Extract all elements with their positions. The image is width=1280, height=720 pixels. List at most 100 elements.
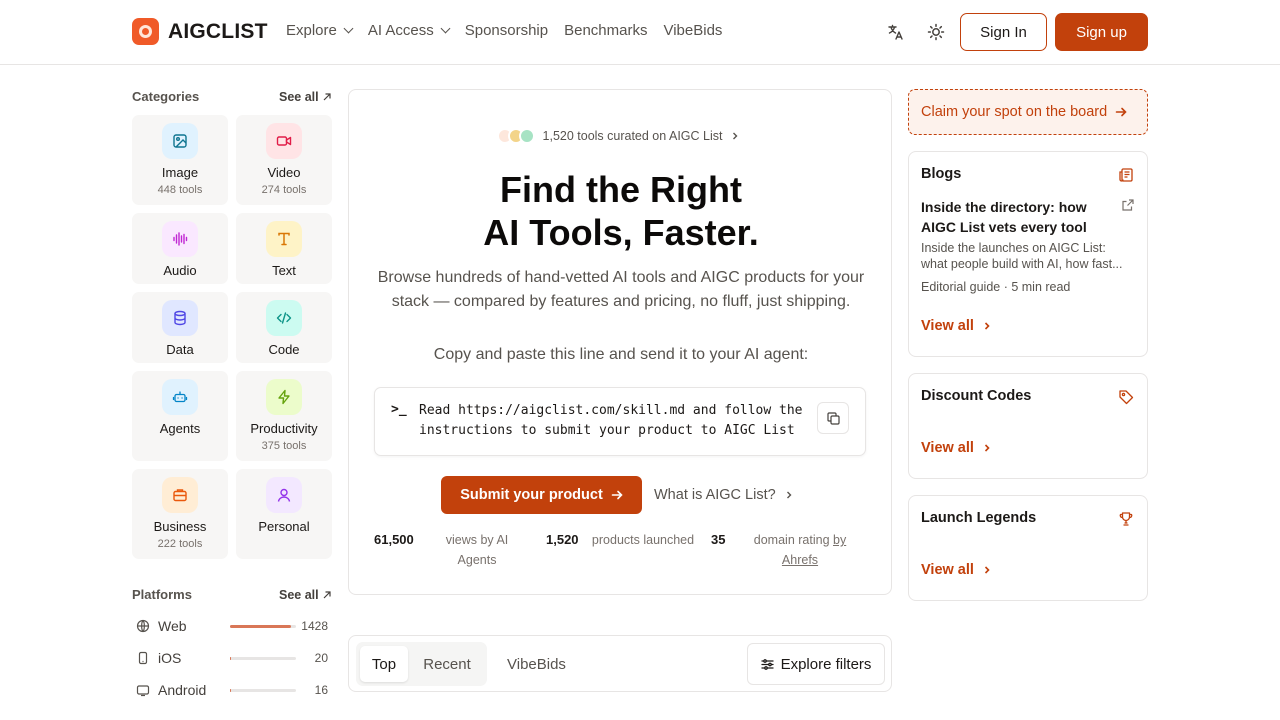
external-link-icon[interactable] — [1121, 198, 1135, 212]
hero-title: Find the Right AI Tools, Faster. — [349, 168, 893, 254]
copy-instruction: Copy and paste this line and send it to … — [433, 346, 809, 363]
claim-spot-button[interactable]: Claim your spot on the board — [908, 89, 1148, 135]
category-name: Business — [153, 519, 207, 534]
categories-title: Categories — [132, 89, 200, 104]
sign-up-button[interactable]: Sign up — [1055, 13, 1148, 51]
nav-sponsorship[interactable]: Sponsorship — [465, 22, 548, 39]
tab-recent[interactable]: Recent — [417, 646, 477, 682]
sun-icon[interactable] — [926, 22, 946, 42]
category-agents[interactable]: Agents — [132, 371, 228, 461]
blogs-title: Blogs — [921, 166, 962, 182]
blogs-view-all-link[interactable]: View all — [921, 318, 992, 334]
agent-command-box[interactable]: >_ Read https://aigclist.com/skill.md an… — [374, 387, 866, 456]
platform-bar — [230, 656, 296, 660]
platform-bar — [230, 624, 296, 628]
blog-post-meta: Editorial guide · 5 min read — [921, 280, 1071, 294]
logo-mark-icon — [132, 18, 159, 45]
platform-bar-fill — [230, 624, 291, 628]
stat-products-value: 1,520 — [546, 532, 579, 547]
platform-count: 16 — [314, 683, 328, 697]
blog-post-title[interactable]: Inside the directory: how AIGC List vets… — [921, 197, 1121, 237]
database-icon — [162, 300, 198, 336]
platforms-title: Platforms — [132, 587, 192, 602]
category-count: 274 tools — [261, 184, 307, 196]
category-video[interactable]: Video 274 tools — [236, 115, 332, 205]
chevron-right-icon — [984, 444, 990, 452]
platform-web[interactable]: Web 1428 — [136, 616, 328, 636]
platform-android[interactable]: Android 16 — [136, 680, 328, 700]
curated-text: 1,520 tools curated on AIGC List — [542, 129, 723, 143]
tab-top[interactable]: Top — [360, 646, 408, 682]
platform-name: Web — [158, 618, 187, 634]
curated-badge[interactable]: 1,520 tools curated on AIGC List — [349, 128, 893, 144]
category-name: Data — [166, 342, 194, 357]
copy-button[interactable] — [817, 402, 849, 434]
category-text[interactable]: Text — [236, 213, 332, 284]
video-icon — [266, 123, 302, 159]
nav-ai-access[interactable]: AI Access — [367, 22, 451, 39]
tab-segment: Top Recent — [356, 642, 487, 686]
sign-in-button[interactable]: Sign In — [960, 13, 1047, 51]
category-count: 448 tools — [157, 184, 203, 196]
user-icon — [266, 477, 302, 513]
categories-see-all-link[interactable]: See all — [279, 90, 332, 104]
agent-command-text[interactable]: Read https://aigclist.com/skill.md and f… — [419, 401, 819, 441]
view-all-label: View all — [921, 562, 974, 578]
nav-label: Sponsorship — [464, 22, 549, 39]
submit-product-button[interactable]: Submit your product — [441, 476, 642, 514]
explore-filters-button[interactable]: Explore filters — [747, 643, 885, 685]
copy-icon — [826, 411, 840, 425]
phone-icon — [136, 651, 150, 665]
discounts-view-all-link[interactable]: View all — [921, 440, 992, 456]
discount-codes-card: Discount Codes View all — [908, 373, 1148, 479]
chevron-right-icon — [733, 132, 738, 140]
platform-bar-fill — [230, 688, 231, 692]
arrow-right-icon — [1115, 107, 1127, 117]
platform-ios[interactable]: iOS 20 — [136, 648, 328, 668]
translate-icon[interactable] — [886, 22, 906, 42]
logo-text: AIGCLIST — [168, 19, 268, 43]
filters-label: Explore filters — [780, 655, 872, 673]
category-code[interactable]: Code — [236, 292, 332, 363]
robot-icon — [162, 379, 198, 415]
blogs-card: Blogs Inside the directory: how AIGC Lis… — [908, 151, 1148, 357]
nav-label: VibeBids — [663, 22, 723, 39]
category-personal[interactable]: Personal — [236, 469, 332, 559]
nav-benchmarks[interactable]: Benchmarks — [564, 22, 647, 39]
category-name: Audio — [163, 263, 197, 278]
platform-count: 1428 — [301, 619, 328, 633]
category-name: Personal — [258, 519, 310, 534]
nav-explore[interactable]: Explore — [286, 22, 354, 39]
category-business[interactable]: Business 222 tools — [132, 469, 228, 559]
claim-label: Claim your spot on the board — [921, 104, 1108, 120]
logo[interactable]: AIGCLIST — [132, 18, 268, 45]
category-count: 375 tools — [261, 440, 307, 452]
text-icon — [266, 221, 302, 257]
nav-label: AI Access — [367, 22, 434, 39]
platform-bar-fill — [230, 656, 231, 660]
avatar-dot — [518, 128, 535, 144]
category-data[interactable]: Data — [132, 292, 228, 363]
category-image[interactable]: Image 448 tools — [132, 115, 228, 205]
category-name: Video — [267, 165, 301, 180]
lightning-icon — [266, 379, 302, 415]
hero-card: 1,520 tools curated on AIGC List Find th… — [348, 89, 892, 595]
stat-domain-text: domain rating — [753, 533, 830, 547]
legends-view-all-link[interactable]: View all — [921, 562, 992, 578]
main-nav: Explore AI Access Sponsorship Benchmarks… — [286, 22, 738, 39]
arrow-up-right-icon — [323, 93, 331, 101]
what-is-aigc-link[interactable]: What is AIGC List? — [654, 487, 794, 503]
category-audio[interactable]: Audio — [132, 213, 228, 284]
top-header: AIGCLIST Explore AI Access Sponsorship B… — [0, 0, 1280, 65]
category-productivity[interactable]: Productivity 375 tools — [236, 371, 332, 461]
nav-vibebids[interactable]: VibeBids — [663, 22, 722, 39]
arrow-right-icon — [611, 490, 623, 500]
code-icon — [266, 300, 302, 336]
tab-vibebids[interactable]: VibeBids — [507, 656, 566, 673]
stat-domain-value: 35 — [711, 532, 726, 547]
stat-products-label: products launched — [591, 533, 695, 547]
globe-icon — [136, 619, 150, 633]
platforms-see-all-link[interactable]: See all — [279, 588, 332, 602]
hero-title-line: Find the Right — [500, 169, 742, 210]
platform-name: Android — [158, 682, 207, 698]
